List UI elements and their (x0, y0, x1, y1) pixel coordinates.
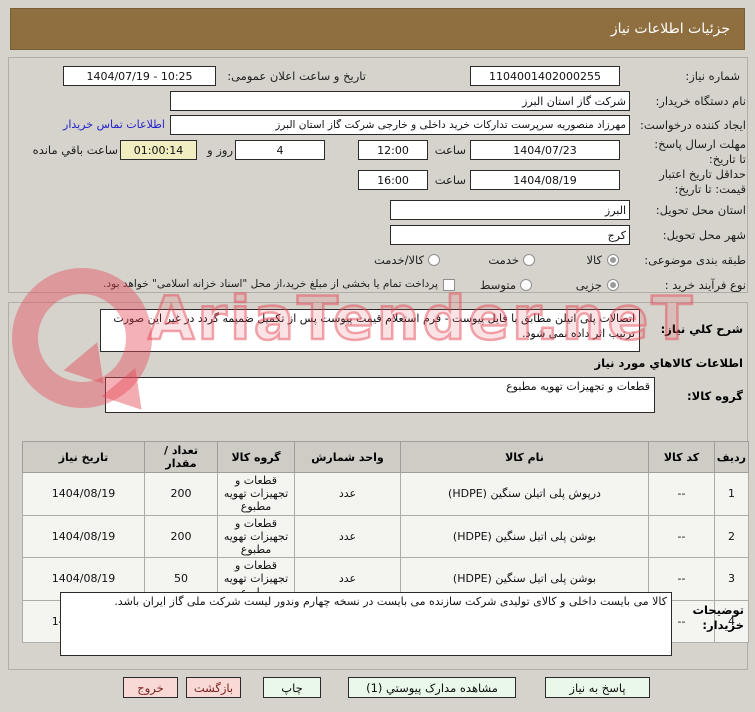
col-group: گروه کالا (217, 441, 295, 473)
delivery-province-label: استان محل تحویل: (655, 203, 746, 217)
col-need-date: تاریخ نیاز (22, 441, 145, 473)
countdown-timer-field (120, 140, 197, 160)
back-button[interactable]: بازگشت (186, 677, 241, 698)
buyer-org-field[interactable] (170, 91, 630, 111)
goods-group-label: گروه کالا: (687, 389, 743, 403)
cell-group: قطعات و تجهیزات تهویه مطبوع (217, 514, 295, 559)
table-row: 2 -- بوشن پلی اتیل سنگین (HDPE) عدد قطعا… (22, 514, 749, 559)
need-number-label: شماره نیاز: (685, 69, 740, 83)
radio-medium-label: متوسط (479, 278, 516, 292)
need-description-label: شرح کلي نیاز: (660, 322, 743, 336)
classification-label: طبقه بندی موضوعی: (644, 253, 746, 267)
cell-unit: عدد (294, 472, 401, 516)
cell-item-name: بوشن پلی اتیل سنگین (HDPE) (400, 514, 649, 559)
page-title-bar: جزئیات اطلاعات نیاز (10, 8, 745, 50)
cell-row-no: 1 (714, 472, 749, 516)
request-creator-field[interactable] (170, 115, 630, 135)
radio-minor-label: جزیی (575, 278, 602, 292)
goods-group-field[interactable]: قطعات و تجهیزات تهویه مطبوع (105, 377, 655, 413)
cell-row-no: 2 (714, 514, 749, 559)
cell-quantity: 200 (144, 514, 218, 559)
treasury-checkbox-label: پرداخت تمام یا بخشی از مبلغ خرید،از محل … (103, 278, 438, 290)
page-title: جزئیات اطلاعات نیاز (610, 21, 730, 37)
radio-goods-label: کالا (586, 253, 602, 267)
cell-need-date: 1404/08/19 (22, 472, 145, 516)
delivery-province-field[interactable] (390, 200, 630, 220)
radio-service-label: خدمت (488, 253, 519, 267)
radio-goods-service-label: کالا/خدمت (373, 253, 424, 267)
buyer-notes-field[interactable]: کالا می بایست داخلی و کالای تولیدی شرکت … (60, 592, 672, 656)
col-item-name: نام کالا (400, 441, 649, 473)
cell-quantity: 200 (144, 472, 218, 516)
radio-minor[interactable] (607, 279, 619, 291)
buyer-contact-link[interactable]: اطلاعات تماس خریدار (62, 118, 166, 131)
respond-to-need-button[interactable]: پاسخ به نیاز (545, 677, 650, 698)
radio-goods-service[interactable] (428, 254, 440, 266)
cell-row-no: 3 (714, 557, 749, 601)
process-type-label: نوع فرآیند خرید : (664, 278, 746, 292)
exit-button[interactable]: خروج (123, 677, 178, 698)
cell-unit: عدد (294, 514, 401, 559)
cell-group: قطعات و تجهیزات تهویه مطبوع (217, 472, 295, 516)
cell-item-code: -- (648, 514, 715, 559)
request-creator-label: ایجاد کننده درخواست: (640, 118, 746, 132)
buyer-notes-label: توضیحات خریدار: (692, 603, 745, 632)
hours-remaining-label: ساعت باقي مانده (32, 143, 118, 157)
print-button[interactable]: چاپ (263, 677, 321, 698)
radio-goods[interactable] (607, 254, 619, 266)
radio-medium[interactable] (520, 279, 532, 291)
goods-section-title: اطلاعات کالاهاي مورد نیاز (594, 356, 743, 370)
validity-time-field[interactable] (358, 170, 428, 190)
validity-date-field[interactable] (470, 170, 620, 190)
col-row-no: ردیف (714, 441, 749, 473)
cell-item-code: -- (648, 472, 715, 516)
col-quantity: تعداد / مقدار (144, 441, 218, 473)
delivery-city-label: شهر محل تحویل: (662, 228, 746, 242)
price-validity-label: حداقل تاریخ اعتبار قیمت: تا تاریخ: (659, 167, 746, 196)
deadline-date-field[interactable] (470, 140, 620, 160)
deadline-hour-label: ساعت (434, 143, 466, 157)
need-details-page: جزئیات اطلاعات نیاز شماره نیاز: تاریخ و … (0, 0, 755, 712)
need-number-field[interactable] (470, 66, 620, 86)
treasury-checkbox[interactable] (443, 279, 455, 291)
table-row: 1 -- درپوش پلی اتیلن سنگین (HDPE) عدد قط… (22, 472, 749, 516)
response-deadline-label: مهلت ارسال پاسخ: تا تاریخ: (654, 137, 746, 166)
days-and-label: روز و (207, 143, 233, 157)
goods-table-header-row: ردیف کد کالا نام کالا واحد شمارش گروه کا… (22, 441, 749, 473)
delivery-city-field[interactable] (390, 225, 630, 245)
announce-datetime-label: تاریخ و ساعت اعلان عمومی: (227, 69, 366, 83)
cell-need-date: 1404/08/19 (22, 514, 145, 559)
col-unit: واحد شمارش (294, 441, 401, 473)
validity-hour-label: ساعت (434, 173, 466, 187)
deadline-time-field[interactable] (358, 140, 428, 160)
announce-datetime-field[interactable] (63, 66, 216, 86)
view-attached-docs-button[interactable]: مشاهده مدارک پیوستي (1) (348, 677, 516, 698)
radio-service[interactable] (523, 254, 535, 266)
need-description-field[interactable]: اتصالات پلی اتیلن مطابق با فایل پیوست - … (100, 309, 640, 352)
buyer-org-label: نام دستگاه خریدار: (655, 94, 746, 108)
cell-item-name: درپوش پلی اتیلن سنگین (HDPE) (400, 472, 649, 516)
col-item-code: کد کالا (648, 441, 715, 473)
remaining-days-field[interactable] (235, 140, 325, 160)
